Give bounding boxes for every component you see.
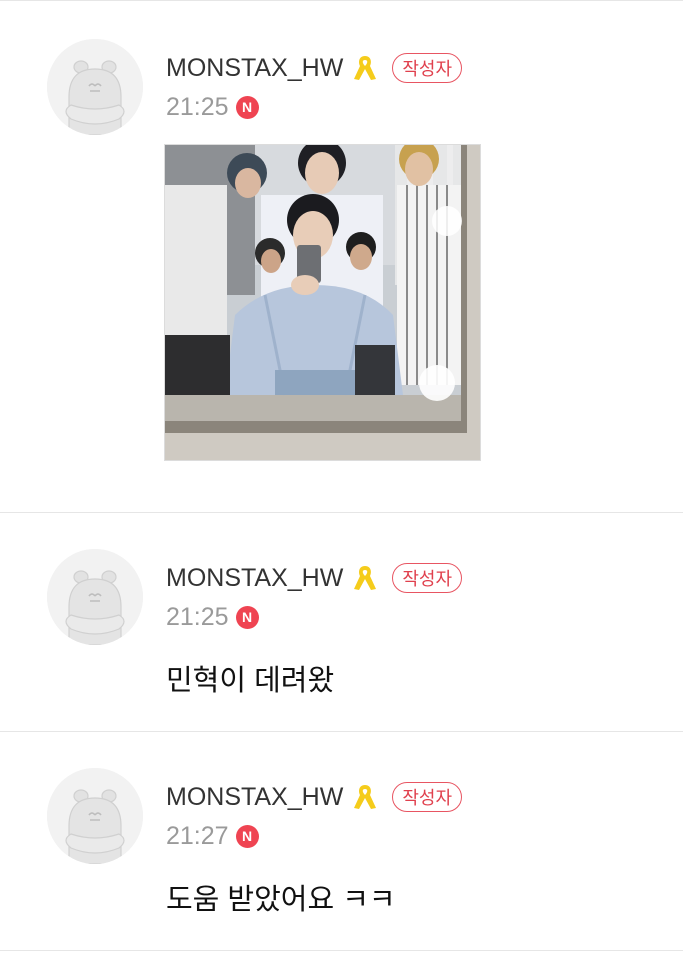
default-avatar-icon [47,39,143,135]
timestamp: 21:25 [166,92,229,121]
yellow-ribbon-icon [350,781,380,813]
author-row: MONSTAX_HW 작성자 [166,560,463,596]
author-name[interactable]: MONSTAX_HW [166,54,343,83]
comment-text: 도움 받았어요 ㅋㅋ [166,884,396,916]
default-avatar-icon [47,768,143,864]
attached-photo[interactable] [164,144,481,461]
default-avatar-icon [47,549,143,645]
timestamp: 21:25 [166,602,229,631]
author-row: MONSTAX_HW 작성자 [166,50,463,86]
comment-item: MONSTAX_HW 작성자 21:25 N 민혁이 데려왔 [0,513,683,732]
comment-item: MONSTAX_HW 작성자 21:27 N 도움 받았어요 ㅋㅋ [0,732,683,951]
writer-badge: 작성자 [392,53,463,83]
avatar[interactable] [47,549,143,645]
meta-row: 21:25 N [166,92,259,122]
new-badge: N [235,605,259,629]
yellow-ribbon-icon [350,52,380,84]
yellow-ribbon-icon [350,562,380,594]
new-badge: N [235,95,259,119]
author-row: MONSTAX_HW 작성자 [166,779,463,815]
avatar[interactable] [47,768,143,864]
writer-badge: 작성자 [392,563,463,593]
new-badge: N [235,824,259,848]
author-name[interactable]: MONSTAX_HW [166,564,343,593]
comment-text: 민혁이 데려왔 [166,665,335,697]
group-selfie-photo [165,145,480,460]
writer-badge: 작성자 [392,782,463,812]
comment-item: MONSTAX_HW 작성자 21:25 N [0,1,683,513]
author-name[interactable]: MONSTAX_HW [166,783,343,812]
timestamp: 21:27 [166,821,229,850]
avatar[interactable] [47,39,143,135]
meta-row: 21:25 N [166,602,259,632]
meta-row: 21:27 N [166,821,259,851]
